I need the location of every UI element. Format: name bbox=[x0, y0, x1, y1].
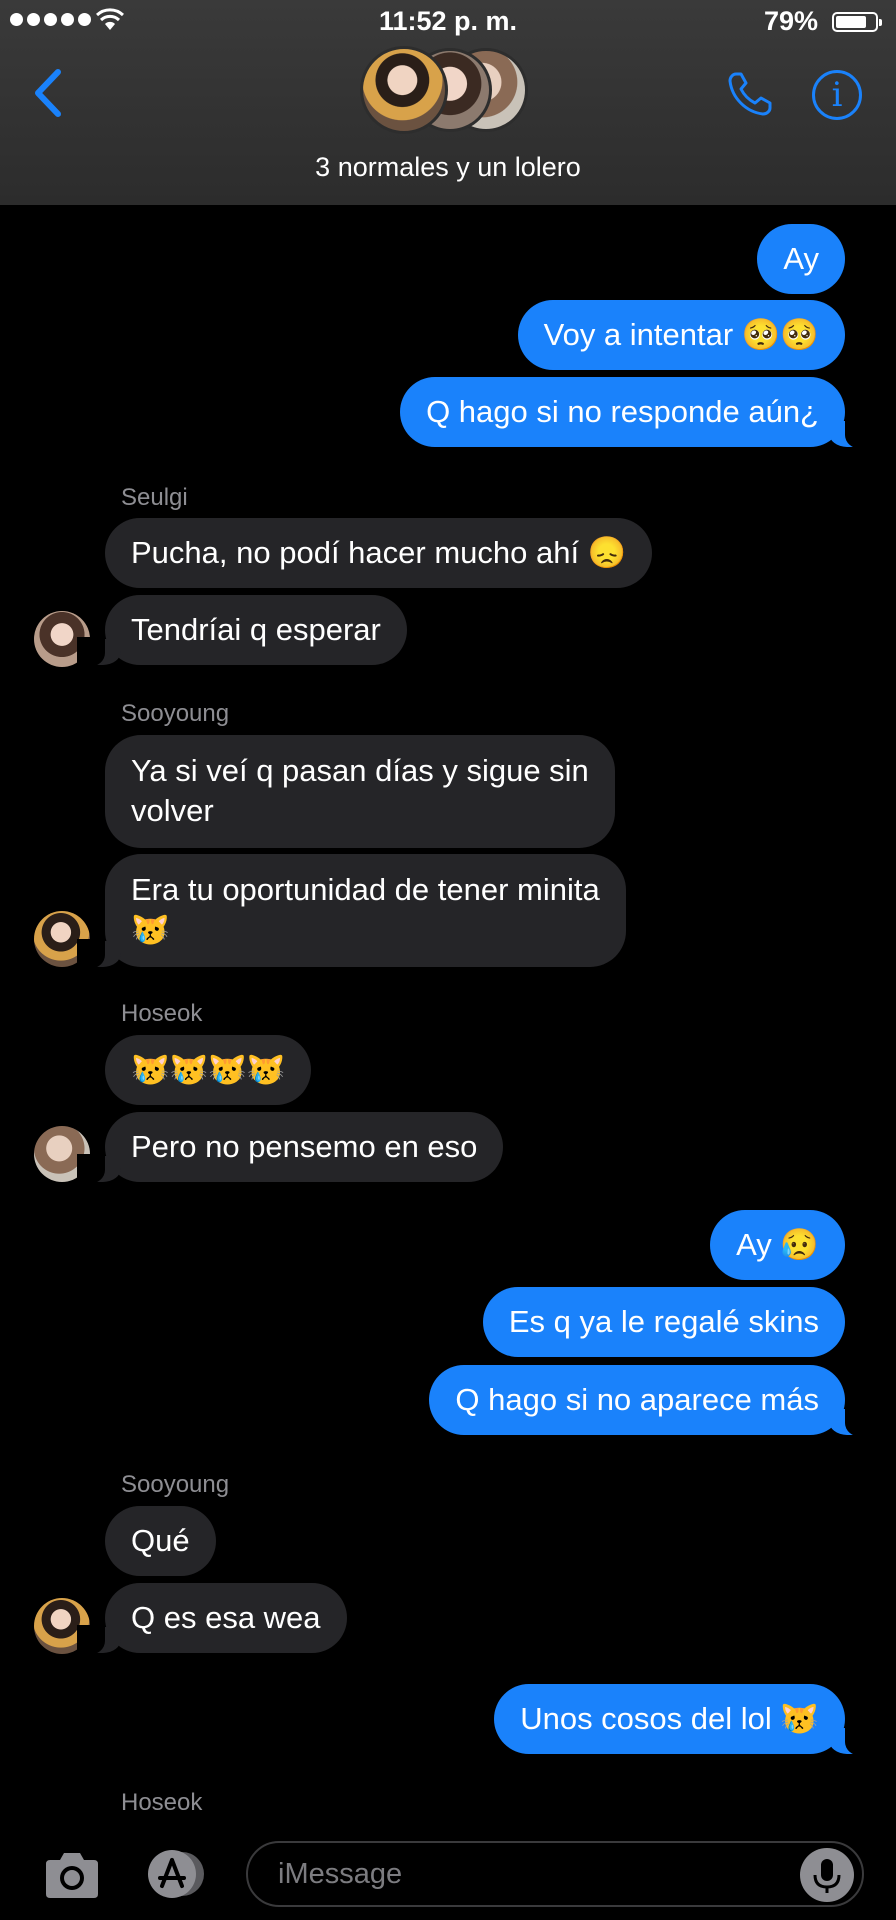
incoming-message[interactable]: Qué bbox=[105, 1506, 216, 1576]
microphone-icon[interactable] bbox=[800, 1848, 854, 1902]
outgoing-message[interactable]: Unos cosos del lol 😿 bbox=[494, 1684, 873, 1756]
incoming-message[interactable]: Q es esa wea bbox=[77, 1583, 347, 1655]
incoming-message[interactable]: Ya si veí q pasan días y sigue sin volve… bbox=[105, 735, 615, 848]
sender-name: Sooyoung bbox=[121, 1471, 230, 1498]
chat-title[interactable]: 3 normales y un lolero bbox=[0, 152, 896, 183]
app-store-icon[interactable] bbox=[142, 1848, 212, 1900]
outgoing-message[interactable]: Ay bbox=[757, 224, 845, 294]
status-time: 11:52 p. m. bbox=[378, 6, 518, 36]
incoming-message[interactable]: Pero no pensemo en eso bbox=[76, 1112, 504, 1184]
status-bar: 11:52 p. m. 79% bbox=[0, 0, 896, 44]
sender-name: Seulgi bbox=[121, 484, 188, 511]
imessage-input[interactable] bbox=[246, 1841, 864, 1907]
group-avatars[interactable] bbox=[360, 44, 540, 136]
avatar-sooyoung bbox=[360, 46, 448, 134]
chat-header: 11:52 p. m. 79% 3 normales y un lolero i bbox=[0, 0, 896, 205]
sender-name: Sooyoung bbox=[121, 700, 230, 727]
outgoing-message[interactable]: Q hago si no aparece más bbox=[429, 1365, 873, 1437]
incoming-message[interactable]: Tendríai q esperar bbox=[77, 595, 407, 667]
incoming-message[interactable]: 😿😿😿😿 bbox=[105, 1035, 312, 1105]
info-icon[interactable]: i bbox=[812, 70, 862, 120]
battery-icon bbox=[832, 12, 882, 32]
phone-icon[interactable] bbox=[724, 68, 776, 120]
compose-bar bbox=[0, 1830, 896, 1920]
camera-icon[interactable] bbox=[42, 1850, 102, 1900]
outgoing-message[interactable]: Es q ya le regalé skins bbox=[482, 1287, 845, 1357]
outgoing-message[interactable]: Ay 😥 bbox=[710, 1210, 845, 1280]
sender-name: Hoseok bbox=[121, 1000, 203, 1027]
battery-percentage: 79% bbox=[763, 6, 818, 36]
outgoing-message[interactable]: Voy a intentar 🥺🥺 bbox=[517, 300, 845, 370]
back-chevron-icon[interactable] bbox=[28, 66, 68, 120]
sender-name: Hoseok bbox=[121, 1789, 203, 1816]
incoming-message[interactable]: Pucha, no podí hacer mucho ahí 😞 bbox=[105, 518, 653, 588]
incoming-message[interactable]: Era tu oportunidad de tener minita 😿 bbox=[77, 854, 626, 969]
outgoing-message[interactable]: Q hago si no responde aún¿ bbox=[400, 377, 873, 449]
